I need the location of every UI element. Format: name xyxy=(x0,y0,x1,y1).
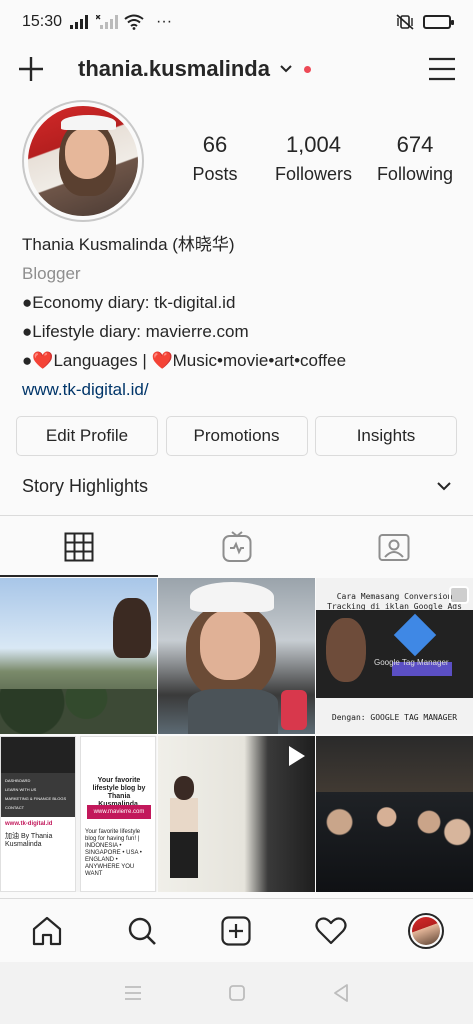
signal-icon xyxy=(70,15,89,29)
post-thumbnail[interactable] xyxy=(316,736,473,892)
profile-tabs xyxy=(0,515,473,577)
plus-icon[interactable] xyxy=(16,54,46,84)
profile-category: Blogger xyxy=(22,264,81,283)
site-url: www.mavierre.com xyxy=(87,805,151,819)
bio-website-link[interactable]: www.tk-digital.id/ xyxy=(22,375,452,404)
grid-icon xyxy=(64,532,94,561)
profile-bio: Thania Kusmalinda (林晓华) Blogger ●Economy… xyxy=(22,230,452,404)
igtv-icon xyxy=(222,530,251,562)
avatar-photo xyxy=(28,106,138,216)
bio-line-interests: ●❤️Languages | ❤️Music•movie•art•coffee xyxy=(22,346,452,375)
post-thumbnail[interactable] xyxy=(158,736,315,892)
screenshot-left: DASHBOARD LEARN WITH US MARKETING & FINA… xyxy=(0,736,76,892)
post-thumbnail[interactable] xyxy=(0,578,157,734)
music-text: Music•movie•art•coffee xyxy=(172,351,347,370)
menu-item: MARKETING & FINANCE BLOGS xyxy=(5,796,67,801)
site-description: Your favorite lifestyle blog for having … xyxy=(85,829,142,877)
profile-stats: 66 Posts 1,004 Followers 674 Following xyxy=(180,132,453,185)
profile-avatar xyxy=(407,912,444,949)
video-play-icon xyxy=(289,746,305,766)
status-time: 15:30 xyxy=(22,13,63,30)
status-right-icons xyxy=(395,14,454,30)
nav-home[interactable] xyxy=(0,916,95,946)
site-url: www.tk-digital.id xyxy=(5,821,53,827)
signal-x-icon xyxy=(96,15,119,29)
tab-tagged[interactable] xyxy=(315,516,473,577)
account-switcher[interactable]: thania.kusmalinda xyxy=(78,56,311,82)
hamburger-icon[interactable] xyxy=(427,54,457,84)
bio-line-economy: ●Economy diary: tk-digital.id xyxy=(22,293,236,312)
heart-emoji: ❤️ xyxy=(32,351,54,370)
nav-profile[interactable] xyxy=(378,912,473,949)
back-triangle-icon[interactable] xyxy=(333,984,349,1002)
chevron-down-icon xyxy=(280,65,292,73)
story-highlights-row[interactable]: Story Highlights xyxy=(0,466,473,506)
post-thumbnail[interactable]: Cara Memasang Conversion Tracking di ikl… xyxy=(316,578,473,734)
battery-icon xyxy=(423,15,454,29)
bio-line-lifestyle: ●Lifestyle diary: mavierre.com xyxy=(22,322,249,341)
heart-emoji: ❤️ xyxy=(151,351,173,370)
gtm-overlay-label: Google Tag Manager xyxy=(374,658,449,667)
menu-item: DASHBOARD xyxy=(5,778,31,783)
bullet: ● xyxy=(22,351,33,370)
activity-heart-icon xyxy=(315,916,347,944)
stat-posts[interactable]: 66 Posts xyxy=(180,132,250,185)
edit-profile-button[interactable]: Edit Profile xyxy=(16,416,158,456)
profile-username: thania.kusmalinda xyxy=(78,56,270,81)
languages-text: Languages | xyxy=(53,351,152,370)
tab-igtv[interactable] xyxy=(158,516,316,577)
profile-full-name: Thania Kusmalinda (林晓华) xyxy=(22,235,235,254)
post-thumbnail[interactable]: DASHBOARD LEARN WITH US MARKETING & FINA… xyxy=(0,736,157,892)
tagged-icon xyxy=(378,533,410,561)
video-frame: Google Tag Manager xyxy=(316,610,473,698)
following-count: 674 xyxy=(396,132,434,157)
vibrate-icon xyxy=(396,14,414,30)
menu-item: CONTACT xyxy=(5,805,25,810)
posts-label: Posts xyxy=(192,164,238,184)
stat-following[interactable]: 674 Following xyxy=(377,132,453,185)
wifi-icon xyxy=(124,14,144,30)
promotions-button[interactable]: Promotions xyxy=(165,416,308,456)
home-icon xyxy=(33,916,62,945)
posts-grid: Cara Memasang Conversion Tracking di ikl… xyxy=(0,578,473,892)
recents-icon[interactable] xyxy=(124,986,142,1000)
gtm-logo xyxy=(393,613,437,657)
following-label: Following xyxy=(376,164,453,184)
stat-followers[interactable]: 1,004 Followers xyxy=(275,132,352,185)
post-caption-bottom: Dengan: GOOGLE TAG MANAGER xyxy=(331,713,458,722)
notification-dot xyxy=(303,65,311,73)
status-left-icons: ··· xyxy=(70,13,172,31)
followers-label: Followers xyxy=(274,164,352,184)
menu-item: LEARN WITH US xyxy=(5,787,37,792)
profile-avatar-large[interactable] xyxy=(22,100,144,222)
multiple-posts-icon xyxy=(449,586,469,604)
chevron-down-icon xyxy=(437,481,451,490)
home-square-icon[interactable] xyxy=(229,985,246,1001)
site-tagline: 加油 By Thania Kusmalinda xyxy=(5,833,53,848)
profile-actions: Edit Profile Promotions Insights xyxy=(16,416,457,456)
posts-count: 66 xyxy=(202,132,228,157)
new-post-icon xyxy=(221,915,252,946)
top-nav: thania.kusmalinda xyxy=(0,44,473,94)
nav-new-post[interactable] xyxy=(189,915,284,946)
insights-button[interactable]: Insights xyxy=(315,416,457,456)
followers-count: 1,004 xyxy=(285,132,341,157)
site-menu: DASHBOARD LEARN WITH US MARKETING & FINA… xyxy=(1,773,75,817)
status-more: ··· xyxy=(156,13,173,30)
nav-search[interactable] xyxy=(95,916,190,946)
tab-grid[interactable] xyxy=(0,516,158,577)
screenshot-right: Your favorite lifestyle blog by Thania K… xyxy=(80,736,156,892)
bottom-nav xyxy=(0,898,473,962)
system-nav xyxy=(0,962,473,1024)
story-highlights-label: Story Highlights xyxy=(22,475,149,496)
post-thumbnail[interactable] xyxy=(158,578,315,734)
search-icon xyxy=(128,917,156,945)
nav-activity[interactable] xyxy=(284,916,379,945)
status-bar: 15:30 ··· xyxy=(0,0,473,44)
